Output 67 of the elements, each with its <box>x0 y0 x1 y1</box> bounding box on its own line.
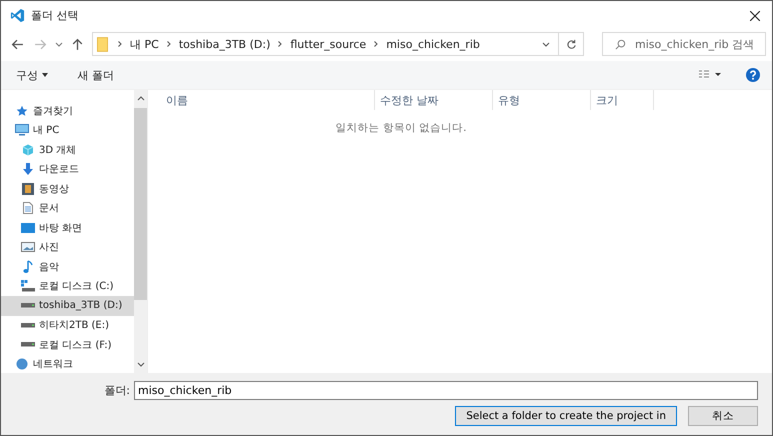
select-folder-button[interactable]: Select a folder to create the project in <box>455 406 677 426</box>
drive-icon <box>21 342 35 348</box>
chevron-right-icon <box>118 41 122 47</box>
chevron-right-icon <box>166 41 171 47</box>
breadcrumb-item[interactable]: flutter_source <box>290 38 366 50</box>
sidebar-item[interactable]: 3D 개체 <box>1 140 134 160</box>
network-icon <box>16 358 28 370</box>
app-logo-icon <box>10 8 25 23</box>
picture-icon <box>21 242 35 252</box>
sidebar-item[interactable]: 문서 <box>1 198 134 218</box>
sidebar-item[interactable]: 즐겨찾기 <box>1 101 134 120</box>
close-icon[interactable] <box>750 10 760 20</box>
view-options-icon[interactable] <box>698 70 722 80</box>
sidebar-item[interactable]: 네트워크 <box>1 354 134 373</box>
search-field[interactable]: miso_chicken_rib 검색 <box>602 32 766 56</box>
monitor-icon <box>15 124 29 136</box>
help-icon[interactable] <box>746 68 760 82</box>
caret-icon <box>42 73 48 78</box>
sidebar-item[interactable]: 로컬 디스크 (F:) <box>1 335 134 354</box>
sidebar-item[interactable]: 로컬 디스크 (C:) <box>1 276 134 296</box>
chevron-right-icon <box>374 41 378 47</box>
search-icon <box>615 38 626 50</box>
sidebar-item[interactable]: 다운로드 <box>1 160 134 179</box>
sidebar-item[interactable]: 히타치2TB (E:) <box>1 316 134 335</box>
breadcrumb-item[interactable]: toshiba_3TB (D:) <box>178 38 270 50</box>
sidebar-item[interactable]: 음악 <box>1 257 134 276</box>
sidebar-item[interactable]: 사진 <box>1 238 134 257</box>
scroll-down-icon[interactable] <box>136 360 144 368</box>
chevron-down-icon[interactable] <box>542 40 550 48</box>
folder-name-field[interactable]: miso_chicken_rib <box>134 381 758 400</box>
chevron-right-icon <box>278 41 282 47</box>
system-drive-icon <box>21 280 35 292</box>
chevron-down-icon[interactable] <box>55 40 63 48</box>
column-header[interactable]: 이름 <box>148 90 375 110</box>
cancel-button[interactable]: 취소 <box>688 406 758 426</box>
music-note-icon <box>23 260 33 274</box>
breadcrumb-item[interactable]: miso_chicken_rib <box>386 38 480 50</box>
drive-icon <box>21 303 35 308</box>
film-icon <box>22 182 34 195</box>
scrollbar[interactable] <box>134 90 147 373</box>
cube-icon <box>22 144 34 156</box>
new-folder-button[interactable]: 새 폴더 <box>78 68 114 82</box>
sidebar-item[interactable]: 내 PC <box>1 120 134 140</box>
back-arrow-icon[interactable] <box>11 38 24 50</box>
sidebar-item[interactable]: toshiba_3TB (D:) <box>1 296 134 316</box>
scroll-thumb[interactable] <box>134 108 147 300</box>
sidebar-item[interactable]: 바탕 화면 <box>1 218 134 238</box>
up-arrow-icon[interactable] <box>71 38 84 50</box>
column-header[interactable]: 크기 <box>591 90 654 110</box>
column-header[interactable]: 유형 <box>493 90 591 110</box>
sidebar-item[interactable]: 동영상 <box>1 179 134 198</box>
field-label: 폴더: <box>104 383 130 398</box>
folder-icon <box>97 36 108 52</box>
refresh-button[interactable] <box>558 32 584 56</box>
refresh-icon <box>566 38 576 50</box>
down-arrow-icon <box>22 163 34 176</box>
document-icon <box>23 202 33 214</box>
window-title: 폴더 선택 <box>31 8 78 23</box>
screen-icon <box>21 222 35 233</box>
empty-message: 일치하는 항목이 없습니다. <box>334 121 468 135</box>
scroll-up-icon[interactable] <box>136 95 144 103</box>
organize-menu[interactable]: 구성 <box>16 68 48 82</box>
star-icon <box>16 104 28 117</box>
drive-icon <box>21 322 35 328</box>
column-header[interactable]: 수정한 날짜 <box>375 90 493 110</box>
address-bar[interactable]: 내 PC toshiba_3TB (D:) flutter_source miso_chicken_rib <box>92 32 559 56</box>
breadcrumb-item[interactable]: 내 PC <box>130 36 159 52</box>
